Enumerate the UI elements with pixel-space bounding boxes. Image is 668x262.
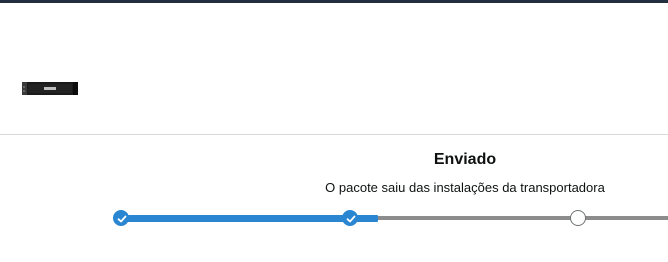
top-nav-bar [0, 0, 668, 3]
progress-step-out-for-delivery [570, 210, 586, 226]
check-icon [346, 215, 356, 223]
product-thumbnail[interactable] [22, 80, 78, 97]
progress-step-shipped [342, 210, 358, 226]
shipment-status-title: Enviado [433, 151, 497, 168]
shipment-status-description: O pacote saiu das instalações da transpo… [325, 180, 605, 195]
product-ssd-image [22, 82, 78, 95]
progress-step-ordered [113, 210, 129, 226]
progress-track-fill [120, 214, 378, 222]
check-icon [117, 215, 127, 223]
section-divider [0, 134, 668, 135]
